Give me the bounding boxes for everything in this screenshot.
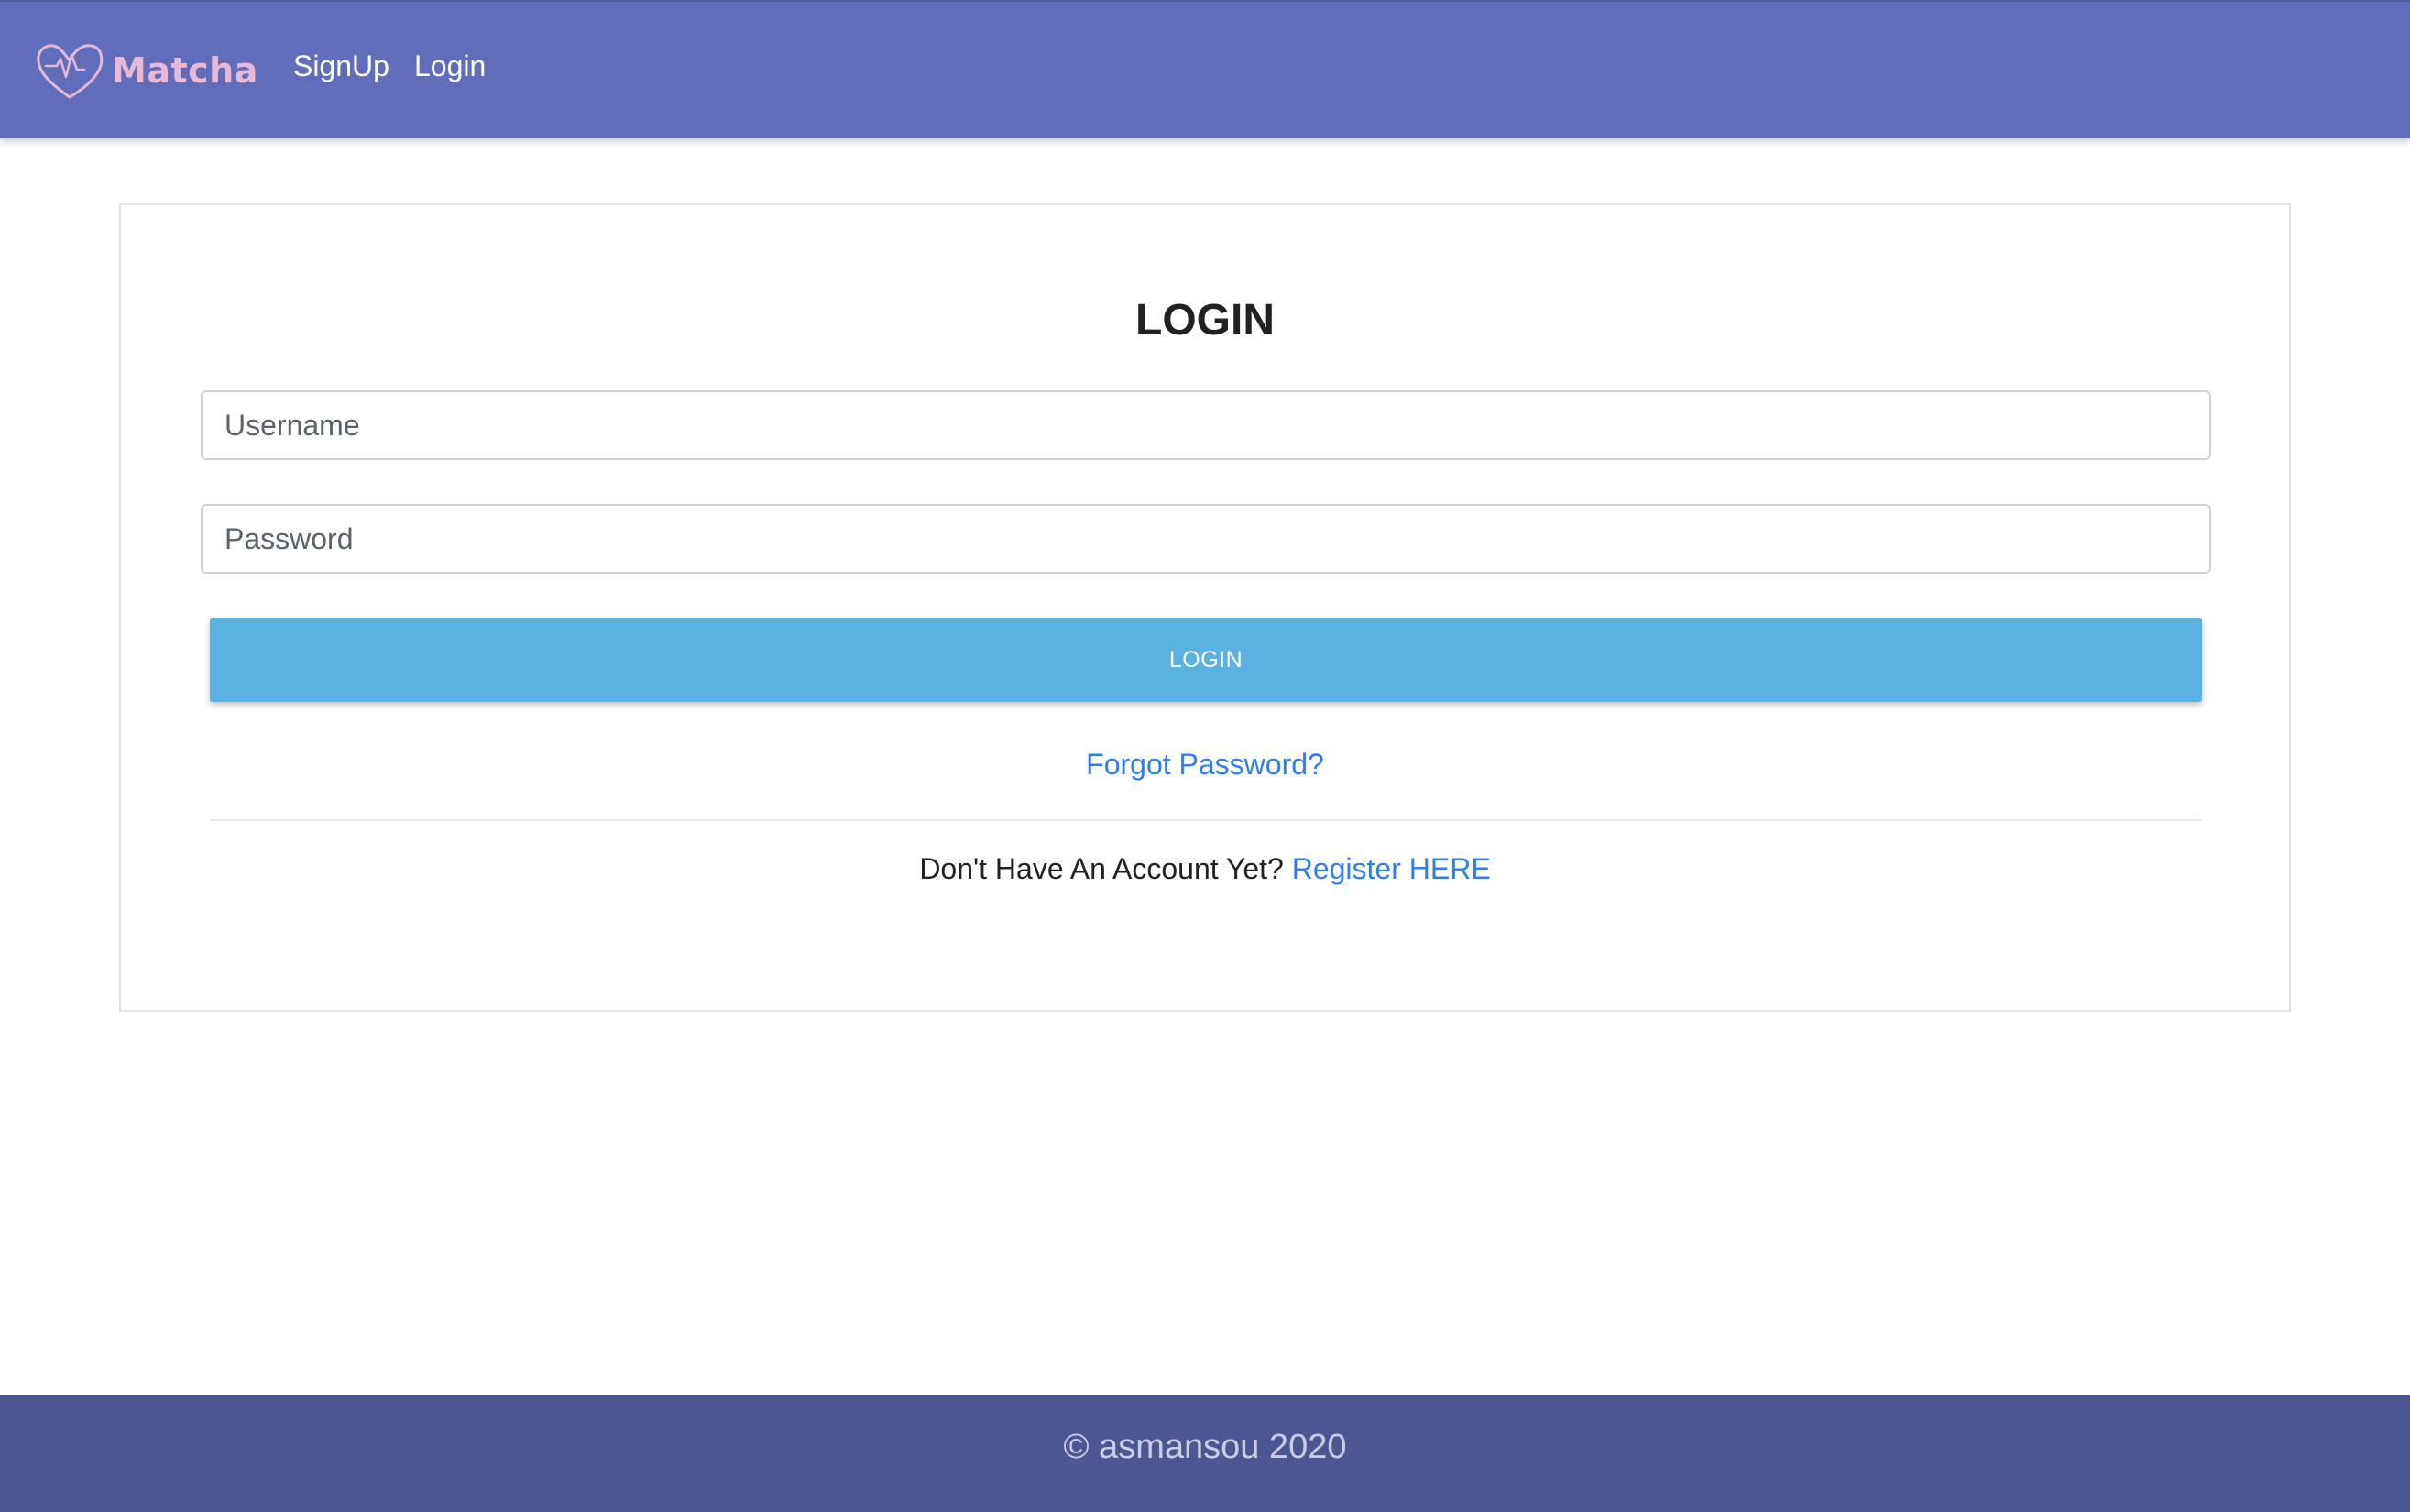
password-input[interactable] [201,504,2211,574]
register-link[interactable]: Register HERE [1292,852,1491,885]
brand-logo[interactable]: Matcha [33,38,258,103]
top-navbar: Matcha SignUp Login [0,0,2410,138]
nav-signup-link[interactable]: SignUp [293,49,389,83]
copyright-text: © asmansou 2020 [1063,1428,1347,1466]
heart-logo-icon [37,44,104,99]
page-title: LOGIN [1135,296,1275,345]
register-prompt: Don't Have An Account Yet? [919,852,1292,885]
username-input[interactable] [201,390,2211,460]
forgot-password-row: Forgot Password? [121,748,2289,782]
register-row: Don't Have An Account Yet? Register HERE [121,852,2289,886]
forgot-password-link[interactable]: Forgot Password? [1086,748,1324,781]
login-button[interactable]: LOGIN [210,618,2202,702]
brand-name: Matcha [112,50,258,91]
divider [210,819,2202,821]
nav-login-link[interactable]: Login [414,49,486,83]
login-card: LOGIN LOGIN Forgot Password? Don't Have … [119,203,2291,1012]
footer: © asmansou 2020 [0,1395,2410,1512]
